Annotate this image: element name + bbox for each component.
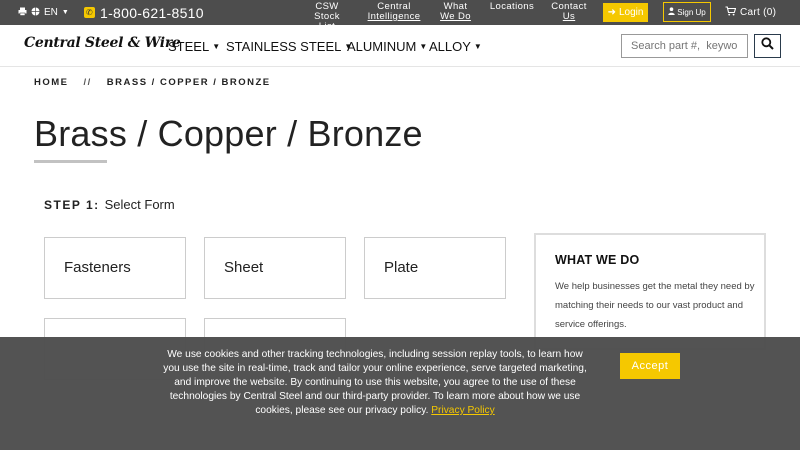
logo[interactable]: Central Steel & Wire xyxy=(24,35,181,51)
form-card-sheet[interactable]: Sheet xyxy=(204,237,346,299)
form-card-plate[interactable]: Plate xyxy=(364,237,506,299)
breadcrumb: HOME // BRASS / COPPER / BRONZE xyxy=(34,77,271,88)
print-icon[interactable] xyxy=(18,7,27,19)
search-icon xyxy=(761,37,774,55)
main-header: Central Steel & Wire STEEL ▼ STAINLESS ST… xyxy=(0,25,800,67)
nav-aluminum[interactable]: ALUMINUM ▼ xyxy=(347,25,427,67)
topnav-what-we-do[interactable]: What We Do xyxy=(438,2,473,22)
topnav-contact-us[interactable]: Contact Us xyxy=(548,2,590,22)
signup-button[interactable]: Sign Up xyxy=(663,2,711,22)
login-button[interactable]: ➜ Login xyxy=(603,3,648,22)
user-icon xyxy=(668,7,675,17)
what-we-do-heading: WHAT WE DO xyxy=(555,253,640,267)
privacy-policy-link[interactable]: Privacy Policy xyxy=(431,405,494,416)
breadcrumb-separator: // xyxy=(83,77,92,88)
topnav-central-intelligence[interactable]: Central Intelligence xyxy=(364,2,424,22)
chevron-down-icon: ▼ xyxy=(419,41,428,51)
language-selector[interactable]: EN ▼ xyxy=(18,0,69,25)
form-card-fasteners[interactable]: Fasteners xyxy=(44,237,186,299)
utility-bar: EN ▼ ✆ 1-800-621-8510 CSW Stock List Cen… xyxy=(0,0,800,32)
topnav-locations[interactable]: Locations xyxy=(487,2,537,12)
chevron-down-icon: ▼ xyxy=(61,9,69,16)
cart-link[interactable]: Cart (0) xyxy=(725,0,776,25)
sign-in-icon: ➜ xyxy=(607,7,616,18)
breadcrumb-home[interactable]: HOME xyxy=(34,77,69,88)
phone-icon: ✆ xyxy=(84,7,95,18)
what-we-do-panel: WHAT WE DO We help businesses get the me… xyxy=(534,233,766,350)
nav-steel[interactable]: STEEL ▼ xyxy=(168,25,220,67)
chevron-down-icon: ▼ xyxy=(212,41,221,51)
accept-cookies-button[interactable]: Accept xyxy=(620,353,680,379)
search-input[interactable] xyxy=(621,34,748,58)
phone-number: 1-800-621-8510 xyxy=(100,4,204,21)
cookie-message: We use cookies and other tracking techno… xyxy=(163,349,587,416)
phone-link[interactable]: ✆ 1-800-621-8510 xyxy=(84,0,204,25)
cart-icon xyxy=(725,6,737,19)
breadcrumb-current: BRASS / COPPER / BRONZE xyxy=(106,77,271,88)
globe-icon xyxy=(31,7,40,19)
what-we-do-text: We help businesses get the metal they ne… xyxy=(555,281,755,330)
cookie-banner: We use cookies and other tracking techno… xyxy=(0,337,800,450)
step-heading: STEP 1: Select Form xyxy=(44,197,175,212)
chevron-down-icon: ▼ xyxy=(473,41,482,51)
nav-alloy[interactable]: ALLOY ▼ xyxy=(429,25,482,67)
language-label: EN xyxy=(44,7,58,18)
step-text: Select Form xyxy=(104,197,175,212)
page-title: Brass / Copper / Bronze xyxy=(34,113,423,154)
step-label: STEP 1: xyxy=(44,198,100,212)
title-underline xyxy=(34,160,107,163)
search-button[interactable] xyxy=(754,34,781,58)
nav-stainless-steel[interactable]: STAINLESS STEEL ▼ xyxy=(226,25,352,67)
